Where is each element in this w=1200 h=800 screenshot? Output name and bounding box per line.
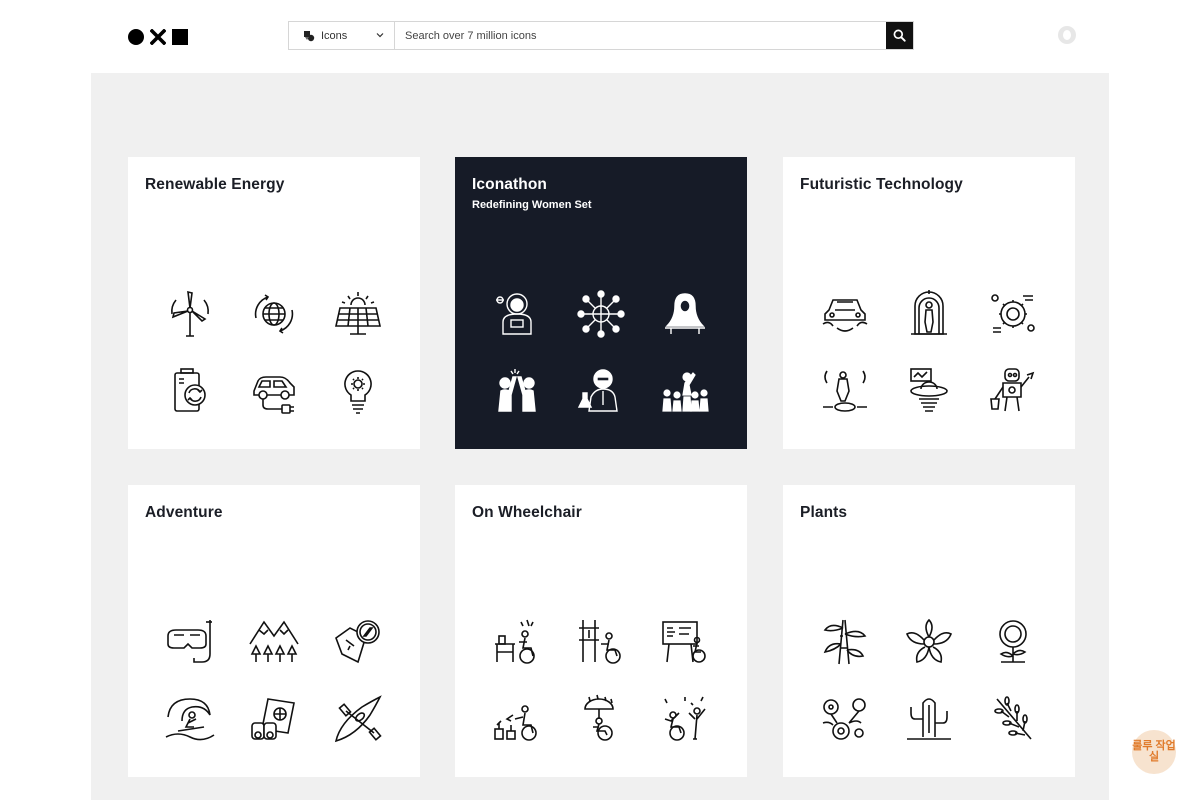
logo[interactable] — [128, 28, 190, 46]
collection-card-featured[interactable]: Iconathon Redefining Women Set — [455, 157, 747, 449]
cactus-icon[interactable] — [887, 681, 971, 759]
collection-subtitle: Redefining Women Set — [472, 199, 592, 211]
globe-recycle-icon[interactable] — [232, 275, 316, 353]
high-five-icon[interactable] — [475, 353, 559, 431]
snorkel-mask-icon[interactable] — [148, 603, 232, 681]
search-input[interactable] — [395, 22, 886, 49]
flower-bouquet-icon[interactable] — [803, 681, 887, 759]
passport-binoculars-icon[interactable] — [232, 681, 316, 759]
logo-circle — [128, 29, 144, 45]
woman-leader-crowd-icon[interactable] — [643, 353, 727, 431]
wind-turbine-icon[interactable] — [148, 275, 232, 353]
search-bar: Icons — [288, 21, 914, 50]
collection-title: Adventure — [145, 504, 223, 521]
surfer-wave-icon[interactable] — [148, 681, 232, 759]
wheelchair-presentation-icon[interactable] — [643, 603, 727, 681]
lotus-icon[interactable] — [887, 603, 971, 681]
collection-title: Renewable Energy — [145, 176, 285, 193]
kayak-icon[interactable] — [316, 681, 400, 759]
collection-card[interactable]: On Wheelchair — [455, 485, 747, 777]
electric-car-icon[interactable] — [232, 353, 316, 431]
battery-recharge-icon[interactable] — [148, 353, 232, 431]
mountains-forest-icon[interactable] — [232, 603, 316, 681]
collection-icon-grid — [148, 275, 400, 430]
solar-panel-icon[interactable] — [316, 275, 400, 353]
top-header: Icons — [0, 0, 1200, 73]
smart-bulb-icon[interactable] — [316, 353, 400, 431]
map-compass-icon[interactable] — [316, 603, 400, 681]
collection-card[interactable]: Plants — [783, 485, 1075, 777]
astronaut-woman-icon[interactable] — [475, 275, 559, 353]
collection-card[interactable]: Adventure — [128, 485, 420, 777]
wheelchair-celebrate-icon[interactable] — [643, 681, 727, 759]
wheelchair-gardening-icon[interactable] — [475, 681, 559, 759]
collection-card[interactable]: Renewable Energy — [128, 157, 420, 449]
user-avatar[interactable] — [1058, 26, 1076, 44]
wheelchair-umbrella-icon[interactable] — [559, 681, 643, 759]
robot-assistant-icon[interactable] — [971, 353, 1055, 431]
willow-branch-icon[interactable] — [971, 681, 1055, 759]
ai-brain-gear-icon[interactable] — [971, 275, 1055, 353]
wheelchair-work-icon[interactable] — [559, 603, 643, 681]
collection-icon-grid — [803, 275, 1055, 430]
sunflower-icon[interactable] — [971, 603, 1055, 681]
bamboo-icon[interactable] — [803, 603, 887, 681]
flying-car-icon[interactable] — [803, 275, 887, 353]
woman-scientist-icon[interactable] — [559, 353, 643, 431]
collection-title: Iconathon — [472, 176, 547, 193]
collection-card[interactable]: Futuristic Technology — [783, 157, 1075, 449]
collections-area: Renewable Energy Iconathon Redefining Wo… — [91, 73, 1109, 800]
logo-x — [150, 29, 166, 45]
avatar-silhouette — [1063, 30, 1071, 40]
icons-category-icon — [304, 30, 315, 41]
wheelchair-desk-icon[interactable] — [475, 603, 559, 681]
search-button[interactable] — [886, 22, 913, 49]
woman-hijab-desk-icon[interactable] — [643, 275, 727, 353]
cryo-chamber-icon[interactable] — [887, 275, 971, 353]
collection-title: Plants — [800, 504, 848, 521]
search-icon — [893, 29, 906, 42]
search-scope-dropdown[interactable]: Icons — [289, 22, 395, 49]
collection-icon-grid — [475, 275, 727, 430]
chevron-down-icon — [376, 33, 384, 38]
collection-icon-grid — [803, 603, 1055, 758]
collection-icon-grid — [475, 603, 727, 758]
search-scope-label: Icons — [321, 29, 348, 42]
watermark-badge: 룰루 작업실 — [1132, 730, 1176, 774]
logo-square — [172, 29, 188, 45]
global-network-icon[interactable] — [559, 275, 643, 353]
collection-title: Futuristic Technology — [800, 176, 963, 193]
collection-title: On Wheelchair — [472, 504, 582, 521]
ufo-hologram-icon[interactable] — [887, 353, 971, 431]
teleport-person-icon[interactable] — [803, 353, 887, 431]
collection-icon-grid — [148, 603, 400, 758]
